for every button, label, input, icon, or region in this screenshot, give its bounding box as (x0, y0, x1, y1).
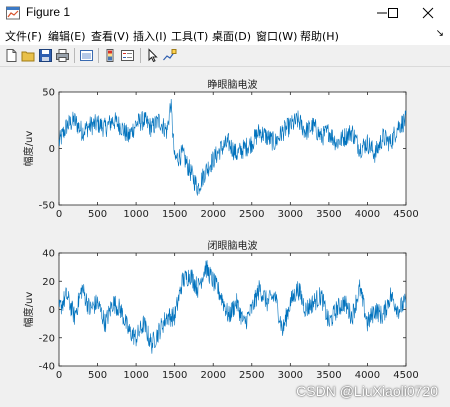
x-tick-label: 2500 (239, 209, 264, 220)
print-icon[interactable] (55, 48, 70, 63)
dock-arrow-icon[interactable]: ↘ (436, 28, 444, 39)
plots-svg: 睁眼脑电波幅度/uv0 500 1000 1500 2000 2500 3000 3500 40… (22, 78, 419, 381)
x-tick-label: 3000 (278, 370, 303, 381)
y-tick-label: -40 (39, 362, 55, 373)
y-tick-label: 0 (49, 305, 55, 316)
colorbar-icon[interactable] (103, 48, 118, 63)
x-tick-label: 1500 (162, 209, 187, 220)
toolbar-separator (74, 48, 75, 63)
menu-help[interactable]: 帮助(H) (300, 28, 339, 44)
x-tick-label: 4000 (355, 209, 380, 220)
x-tick-label: 2000 (200, 209, 225, 220)
chart-title: 睁眼脑电波 (208, 78, 258, 91)
toolbar-separator (140, 48, 141, 63)
menu-window[interactable]: 窗口(W) (256, 28, 297, 44)
csdn-watermark: CSDN @LiuXiaoli0720 (296, 383, 438, 399)
y-tick-label: 50 (42, 88, 55, 99)
x-tick-label: 4000 (355, 370, 380, 381)
y-tick-label: -20 (39, 333, 55, 344)
y-tick-label: 0 (49, 144, 55, 155)
x-tick-label: 3500 (316, 370, 341, 381)
menu-tools[interactable]: 工具(T) (171, 28, 208, 44)
close-button[interactable] (405, 0, 450, 26)
new-figure-icon[interactable] (4, 48, 19, 63)
x-tick-label: 2000 (200, 370, 225, 381)
window-title: Figure 1 (26, 5, 71, 19)
menu-insert[interactable]: 插入(I) (133, 28, 167, 44)
x-tick-label: 3000 (278, 209, 303, 220)
x-tick-label: 1000 (123, 209, 148, 220)
x-tick-label: 500 (88, 209, 107, 220)
open-file-icon[interactable] (21, 48, 36, 63)
x-tick-label: 3500 (316, 209, 341, 220)
y-tick-label: -50 (39, 201, 55, 212)
menu-desktop[interactable]: 桌面(D) (212, 28, 251, 44)
legend-icon[interactable] (120, 48, 135, 63)
link-plot-icon[interactable] (79, 48, 94, 63)
figure-canvas: 睁眼脑电波 幅度/uv 0 500 1000 1500 2000 2500 3000 3500 40… (0, 67, 450, 403)
title-bar: Figure 1 (0, 0, 450, 26)
chart-title: 闭眼脑电波 (208, 239, 258, 252)
x-tick-label: 500 (88, 370, 107, 381)
y-tick-label: 40 (42, 249, 55, 260)
x-tick-label: 2500 (239, 370, 264, 381)
edit-plot-icon[interactable] (145, 48, 160, 63)
toolbar-separator (98, 48, 99, 63)
toolbar (0, 45, 450, 67)
menu-bar: 文件(F) 编辑(E) 查看(V) 插入(I) 工具(T) 桌面(D) 窗口(W… (0, 26, 450, 45)
matlab-figure-icon (6, 6, 20, 20)
y-axis-label: 幅度/uv (22, 292, 35, 328)
x-tick-label: 1500 (162, 370, 187, 381)
x-tick-label: 4500 (393, 209, 418, 220)
data-cursor-icon[interactable] (162, 48, 177, 63)
menu-edit[interactable]: 编辑(E) (48, 28, 86, 44)
menu-file[interactable]: 文件(F) (5, 28, 42, 44)
save-icon[interactable] (38, 48, 53, 63)
x-tick-label: 4500 (393, 370, 418, 381)
x-tick-label: 1000 (123, 370, 148, 381)
y-axis-label: 幅度/uv (22, 131, 35, 167)
close-icon (422, 7, 434, 19)
x-tick-label: 0 (56, 209, 62, 220)
x-tick-label: 0 (56, 370, 62, 381)
y-tick-label: 20 (42, 277, 55, 288)
menu-view[interactable]: 查看(V) (91, 28, 129, 44)
